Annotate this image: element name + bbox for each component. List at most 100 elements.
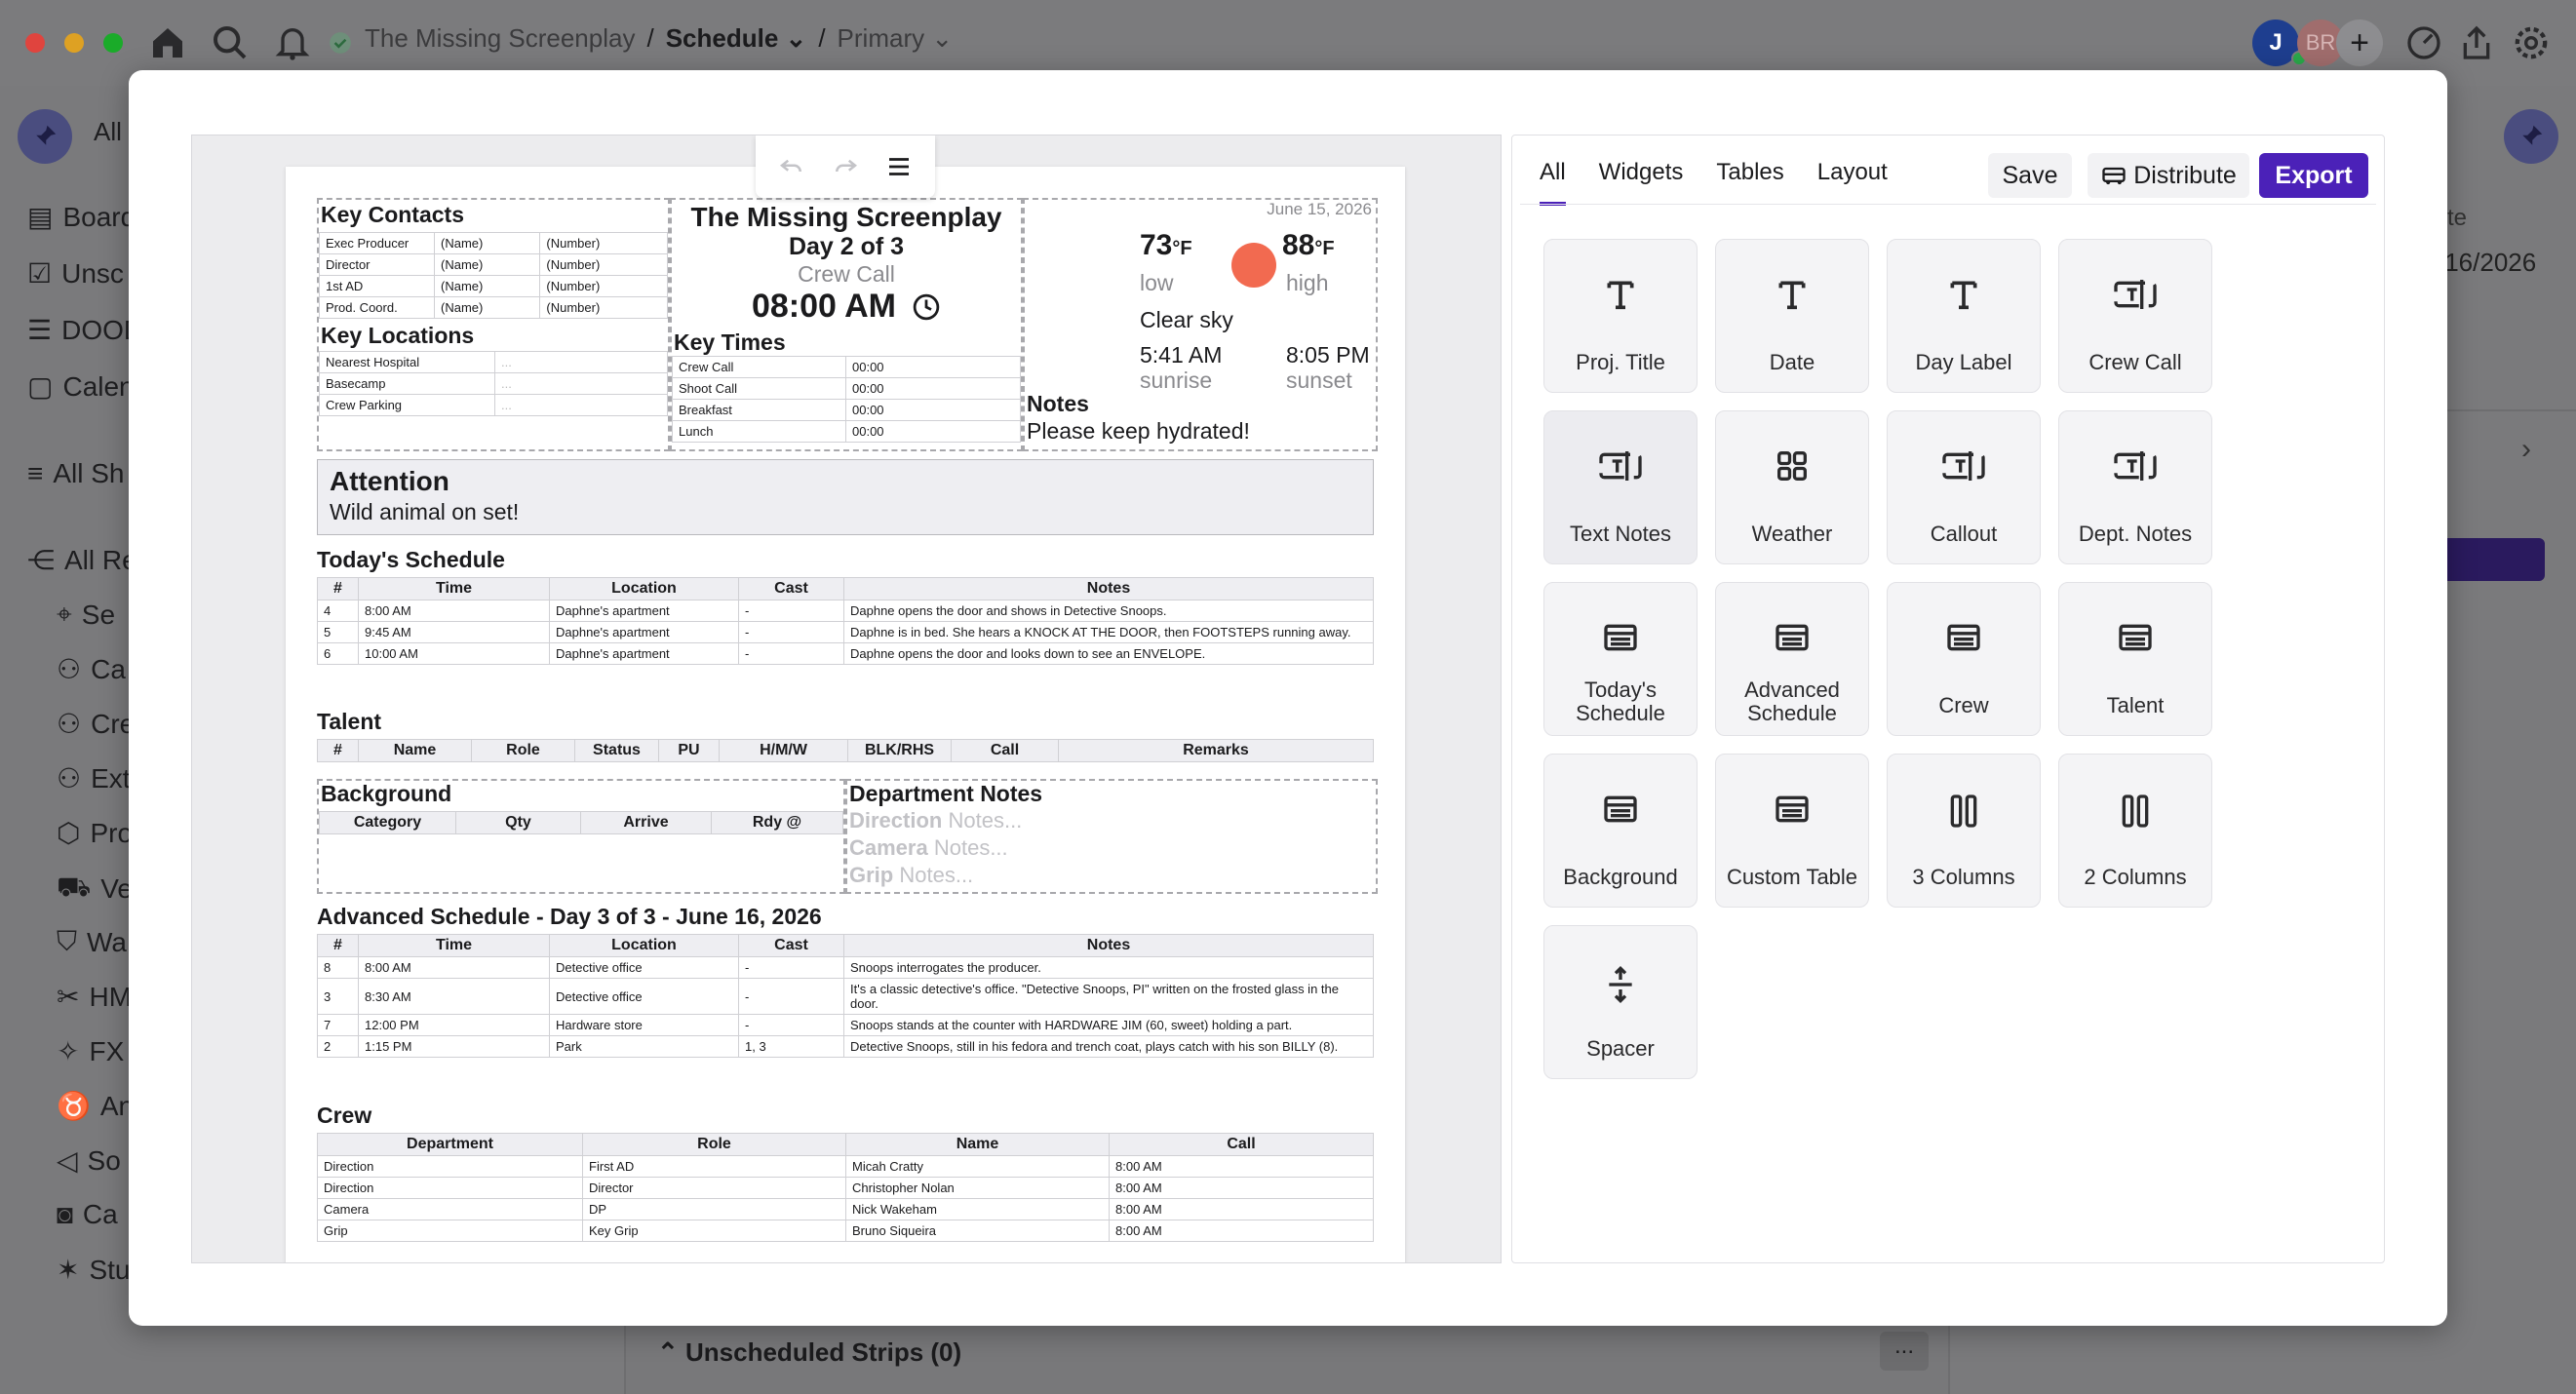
widget-tile-today-s-schedule[interactable]: Today's Schedule	[1543, 582, 1698, 736]
widget-tile-spacer[interactable]: Spacer	[1543, 925, 1698, 1079]
divider	[1520, 204, 2376, 205]
sidebar-item-camera[interactable]: ◙ Ca	[57, 1199, 118, 1230]
search-icon[interactable]	[211, 23, 250, 62]
widget-tile-text-notes[interactable]: Text Notes	[1543, 410, 1698, 564]
sidebar-item-crew[interactable]: ⚇ Cre	[57, 708, 135, 740]
widget-tile-custom-table[interactable]: Custom Table	[1715, 754, 1869, 908]
sidebar-item-sets[interactable]: ⌖ Se	[57, 599, 115, 631]
sidebar-item-hmu[interactable]: ✂ HM	[57, 981, 132, 1013]
save-button[interactable]: Save	[1988, 153, 2072, 198]
sidebar-item-all-reports[interactable]: ⋲ All Re	[27, 544, 137, 576]
dept-notes-widget[interactable]: Department Notes Direction Notes... Came…	[845, 779, 1378, 894]
widget-tile-day-label[interactable]: Day Label	[1887, 239, 2041, 393]
column-header: Time	[358, 934, 550, 957]
redo-icon[interactable]	[831, 152, 860, 181]
background-button[interactable]	[2447, 538, 2545, 581]
widget-tile-date[interactable]: Date	[1715, 239, 1869, 393]
widget-tile-dept-notes[interactable]: Dept. Notes	[2058, 410, 2212, 564]
tab-widgets[interactable]: Widgets	[1599, 159, 1684, 206]
dept-note-row[interactable]: Grip Notes...	[847, 862, 1376, 889]
sun-icon	[1231, 243, 1276, 288]
cell: ...	[494, 372, 668, 395]
widget-tile-callout[interactable]: Callout	[1887, 410, 2041, 564]
table-header-row: # Time Location Cast Notes	[317, 577, 1374, 600]
dept-note-row[interactable]: Direction Notes...	[847, 807, 1376, 834]
widget-tile-weather[interactable]: Weather	[1715, 410, 1869, 564]
breadcrumb-schedule[interactable]: Schedule ⌄	[666, 23, 807, 54]
title-widget[interactable]: The Missing Screenplay Day 2 of 3 Crew C…	[670, 198, 1023, 451]
column-header: Category	[319, 811, 456, 834]
widget-tile-background[interactable]: Background	[1543, 754, 1698, 908]
gear-icon[interactable]	[2512, 23, 2551, 62]
minimize-window-button[interactable]	[64, 33, 84, 53]
cell: 8:00 AM	[1109, 1177, 1374, 1199]
background-widget[interactable]: Background Category Qty Arrive Rdy @	[317, 779, 845, 894]
column-header: Rdy @	[711, 811, 843, 834]
unscheduled-toggle[interactable]: ⌃ Unscheduled Strips (0)	[657, 1337, 961, 1368]
pin-button[interactable]	[2504, 109, 2558, 164]
share-icon[interactable]	[2457, 23, 2496, 62]
widget-tile-crew[interactable]: Crew	[1887, 582, 2041, 736]
export-button[interactable]: Export	[2259, 153, 2368, 198]
distribute-button[interactable]: Distribute	[2088, 153, 2249, 198]
attention-callout[interactable]: Attention Wild animal on set!	[317, 459, 1374, 535]
talent-widget[interactable]: Talent # Name Role Status PU H/M/W BLK/RHS Call…	[317, 703, 1374, 762]
add-collaborator-button[interactable]: +	[2336, 19, 2383, 66]
more-options-button[interactable]: ...	[1880, 1332, 1929, 1371]
sidebar-item-props[interactable]: ⬡ Pro	[57, 817, 133, 849]
breadcrumb-project[interactable]: The Missing Screenplay	[365, 23, 635, 54]
widget-tile-talent[interactable]: Talent	[2058, 582, 2212, 736]
table-header-row: # Time Location Cast Notes	[317, 934, 1374, 957]
tab-tables[interactable]: Tables	[1716, 159, 1783, 206]
sidebar-item-board[interactable]: ▤ Board	[27, 201, 136, 233]
sidebar-item-wardrobe[interactable]: ⛉ Wa	[57, 926, 127, 958]
sunrise-label: sunrise	[1140, 368, 1213, 393]
pin-button[interactable]	[18, 109, 72, 164]
widget-tile-advanced-schedule[interactable]: Advanced Schedule	[1715, 582, 1869, 736]
sidebar-item-calendar[interactable]: ▢ Calen	[27, 370, 135, 403]
zoom-window-button[interactable]	[103, 33, 123, 53]
widget-tile-label: Spacer	[1586, 1036, 1655, 1061]
sidebar-item-stunts[interactable]: ✶ Stu	[57, 1254, 131, 1286]
home-icon[interactable]	[148, 23, 187, 62]
gauge-icon[interactable]	[2404, 23, 2443, 62]
bell-icon[interactable]	[273, 23, 312, 62]
crew-widget[interactable]: Crew Department Role Name Call Direction Fir…	[317, 1097, 1374, 1242]
cell: 8	[317, 956, 359, 979]
advanced-schedule-widget[interactable]: Advanced Schedule - Day 3 of 3 - June 16…	[317, 898, 1374, 1058]
widget-tile-2-columns[interactable]: 2 Columns	[2058, 754, 2212, 908]
dept-note-row[interactable]: Camera Notes...	[847, 834, 1376, 862]
sidebar-item-all-sheets[interactable]: ≡ All Sh	[27, 458, 125, 489]
cell: DP	[582, 1198, 846, 1220]
table-row: Breakfast 00:00	[672, 399, 1021, 421]
sidebar-item-unscheduled[interactable]: ☑ Unsc	[27, 257, 124, 290]
list-icon: ☰	[27, 315, 53, 345]
table-row: 2 1:15 PM Park 1, 3 Detective Snoops, still …	[317, 1035, 1374, 1058]
sidebar-item-cast[interactable]: ⚇ Ca	[57, 653, 126, 685]
sidebar-item-vehicles[interactable]: ⛟ Ve	[57, 871, 133, 907]
weather-low-label: low	[1140, 270, 1174, 295]
menu-icon[interactable]	[884, 152, 914, 181]
chevron-right-icon[interactable]: ›	[2521, 433, 2531, 466]
board-icon: ▤	[27, 202, 54, 232]
todays-schedule-widget[interactable]: Today's Schedule # Time Location Cast Notes …	[317, 541, 1374, 665]
widget-tile-crew-call[interactable]: Crew Call	[2058, 239, 2212, 393]
sidebar-all-tab[interactable]: All	[94, 117, 122, 147]
column-header: Time	[358, 577, 550, 600]
weather-low-unit: °F	[1172, 238, 1192, 259]
sidebar-item-fx[interactable]: ✧ FX	[57, 1035, 124, 1067]
sidebar-item-sound[interactable]: ◁ So	[57, 1144, 121, 1177]
widget-tile-proj-title[interactable]: Proj. Title	[1543, 239, 1698, 393]
sidebar-item-dood[interactable]: ☰ DOOD	[27, 314, 143, 346]
sidebar-item-animals[interactable]: ♉ An	[57, 1090, 134, 1122]
close-window-button[interactable]	[25, 33, 45, 53]
key-contacts-widget[interactable]: Key Contacts Exec Producer (Name) (Number)…	[317, 198, 670, 451]
tab-all[interactable]: All	[1540, 159, 1566, 206]
widget-tile-3-columns[interactable]: 3 Columns	[1887, 754, 2041, 908]
sidebar-item-extras[interactable]: ⚇ Ext	[57, 762, 131, 794]
breadcrumb-view[interactable]: Primary ⌄	[838, 23, 954, 54]
export-label: Export	[2275, 161, 2353, 189]
undo-icon[interactable]	[777, 152, 806, 181]
date-weather-widget[interactable]: June 15, 2026 73°F low 88°F high Clear s…	[1023, 198, 1378, 451]
tab-layout[interactable]: Layout	[1817, 159, 1888, 206]
